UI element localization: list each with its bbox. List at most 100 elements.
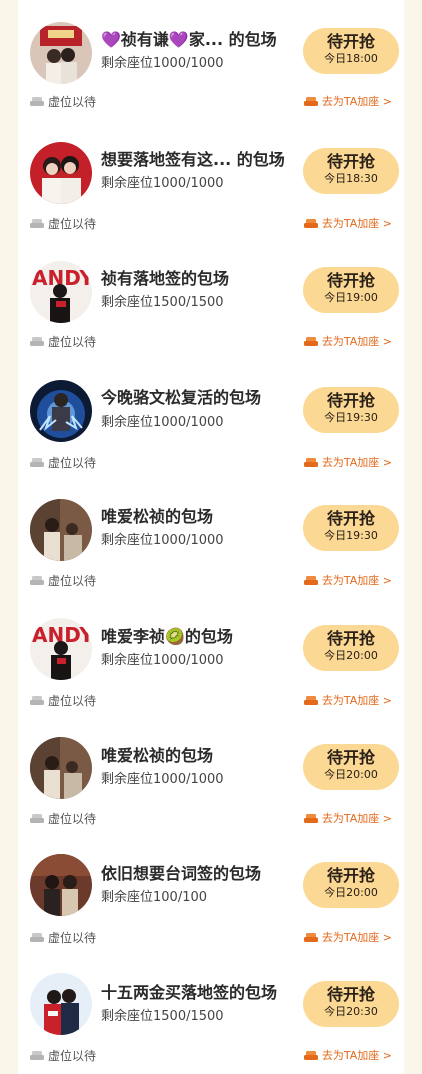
grab-label: 待开抢 [326,509,375,528]
add-seat-label: 去为TA加座 > [321,812,392,825]
grab-button[interactable]: 待开抢 今日20:00 [303,625,399,671]
grab-button[interactable]: 待开抢 今日20:00 [303,744,399,790]
screening-title: 唯爱松祯的包场 [101,746,214,765]
seat-icon [303,1051,318,1060]
add-seat-label: 去为TA加座 > [321,95,392,108]
screening-card[interactable]: 今晚骆文松复活的包场 剩余座位1000/1000 待开抢 今日19:30 虚位以… [18,358,404,477]
seat-icon [303,814,318,823]
avatar [30,737,92,799]
screening-list: 💜祯有谦💜家... 的包场 剩余座位1000/1000 待开抢 今日18:00 … [18,0,404,1074]
grab-label: 待开抢 [326,748,375,767]
remaining-seats: 剩余座位100/100 [101,890,208,905]
waiting-label: 虚位以待 [48,812,97,826]
waiting-label: 虚位以待 [48,694,97,708]
screening-title: 依旧想要台词签的包场 [101,864,262,883]
start-time: 今日20:30 [324,1005,378,1018]
seat-icon [303,696,318,705]
seat-icon [30,458,44,467]
seat-icon [303,933,318,942]
grab-label: 待开抢 [326,629,375,648]
avatar [30,854,92,916]
waiting-status: 虚位以待 [30,94,96,110]
waiting-status: 虚位以待 [30,1048,96,1064]
grab-label: 待开抢 [326,985,375,1004]
add-seat-link[interactable]: 去为TA加座 > [303,811,392,827]
grab-button[interactable]: 待开抢 今日20:00 [303,862,399,908]
start-time: 今日19:00 [324,291,378,304]
add-seat-label: 去为TA加座 > [321,574,392,587]
add-seat-label: 去为TA加座 > [321,1049,392,1062]
screening-card[interactable]: 依旧想要台词签的包场 剩余座位100/100 待开抢 今日20:00 虚位以待 … [18,834,404,953]
waiting-status: 虚位以待 [30,693,96,709]
screening-title: 祯有落地签的包场 [101,269,230,288]
start-time: 今日18:30 [324,172,378,185]
seat-icon [303,458,318,467]
seat-icon [30,696,44,705]
screening-title: 唯爱李祯🥝的包场 [101,627,233,646]
screening-card[interactable]: 💜祯有谦💜家... 的包场 剩余座位1000/1000 待开抢 今日18:00 … [18,0,404,119]
waiting-status: 虚位以待 [30,334,96,350]
add-seat-label: 去为TA加座 > [321,335,392,348]
waiting-label: 虚位以待 [48,456,97,470]
start-time: 今日20:00 [324,649,378,662]
waiting-label: 虚位以待 [48,217,97,231]
screening-title: 唯爱松祯的包场 [101,507,214,526]
remaining-seats: 剩余座位1500/1500 [101,295,224,310]
screening-title: 今晚骆文松复活的包场 [101,388,262,407]
waiting-status: 虚位以待 [30,455,96,471]
waiting-label: 虚位以待 [48,335,97,349]
add-seat-label: 去为TA加座 > [321,456,392,469]
start-time: 今日19:30 [324,529,378,542]
grab-label: 待开抢 [326,271,375,290]
add-seat-link[interactable]: 去为TA加座 > [303,573,392,589]
screening-card[interactable]: 唯爱松祯的包场 剩余座位1000/1000 待开抢 今日19:30 虚位以待 去… [18,477,404,596]
add-seat-link[interactable]: 去为TA加座 > [303,1048,392,1064]
add-seat-link[interactable]: 去为TA加座 > [303,94,392,110]
waiting-status: 虚位以待 [30,216,96,232]
remaining-seats: 剩余座位1000/1000 [101,415,224,430]
add-seat-link[interactable]: 去为TA加座 > [303,455,392,471]
add-seat-label: 去为TA加座 > [321,217,392,230]
remaining-seats: 剩余座位1000/1000 [101,653,224,668]
screening-title: 💜祯有谦💜家... 的包场 [101,30,277,49]
remaining-seats: 剩余座位1000/1000 [101,176,224,191]
avatar [30,973,92,1035]
start-time: 今日20:00 [324,886,378,899]
seat-icon [303,219,318,228]
grab-label: 待开抢 [326,866,375,885]
grab-button[interactable]: 待开抢 今日18:30 [303,148,399,194]
screening-card[interactable]: 唯爱松祯的包场 剩余座位1000/1000 待开抢 今日20:00 虚位以待 去… [18,715,404,834]
add-seat-link[interactable]: 去为TA加座 > [303,334,392,350]
add-seat-link[interactable]: 去为TA加座 > [303,693,392,709]
grab-button[interactable]: 待开抢 今日19:00 [303,267,399,313]
seat-icon [30,576,44,585]
screening-card[interactable]: 想要落地签有这... 的包场 剩余座位1000/1000 待开抢 今日18:30… [18,120,404,239]
seat-icon [30,337,44,346]
remaining-seats: 剩余座位1000/1000 [101,772,224,787]
start-time: 今日19:30 [324,411,378,424]
add-seat-label: 去为TA加座 > [321,694,392,707]
grab-button[interactable]: 待开抢 今日19:30 [303,505,399,551]
seat-icon [30,1051,44,1060]
grab-label: 待开抢 [326,32,375,51]
add-seat-label: 去为TA加座 > [321,931,392,944]
grab-button[interactable]: 待开抢 今日18:00 [303,28,399,74]
screening-card[interactable]: 十五两金买落地签的包场 剩余座位1500/1500 待开抢 今日20:30 虚位… [18,953,404,1072]
screening-card[interactable]: ANDY 祯有落地签的包场 剩余座位1500/1500 待开抢 今日19:00 … [18,239,404,358]
add-seat-link[interactable]: 去为TA加座 > [303,930,392,946]
screening-title: 想要落地签有这... 的包场 [101,150,285,169]
avatar [30,22,92,84]
avatar: ANDY [30,618,92,680]
screening-card[interactable]: ANDY 唯爱李祯🥝的包场 剩余座位1000/1000 待开抢 今日20:00 … [18,596,404,715]
grab-button[interactable]: 待开抢 今日20:30 [303,981,399,1027]
seat-icon [30,97,44,106]
remaining-seats: 剩余座位1000/1000 [101,533,224,548]
waiting-label: 虚位以待 [48,95,97,109]
add-seat-link[interactable]: 去为TA加座 > [303,216,392,232]
waiting-status: 虚位以待 [30,811,96,827]
waiting-label: 虚位以待 [48,931,97,945]
grab-button[interactable]: 待开抢 今日19:30 [303,387,399,433]
screening-title: 十五两金买落地签的包场 [101,983,278,1002]
remaining-seats: 剩余座位1000/1000 [101,56,224,71]
avatar: ANDY [30,261,92,323]
